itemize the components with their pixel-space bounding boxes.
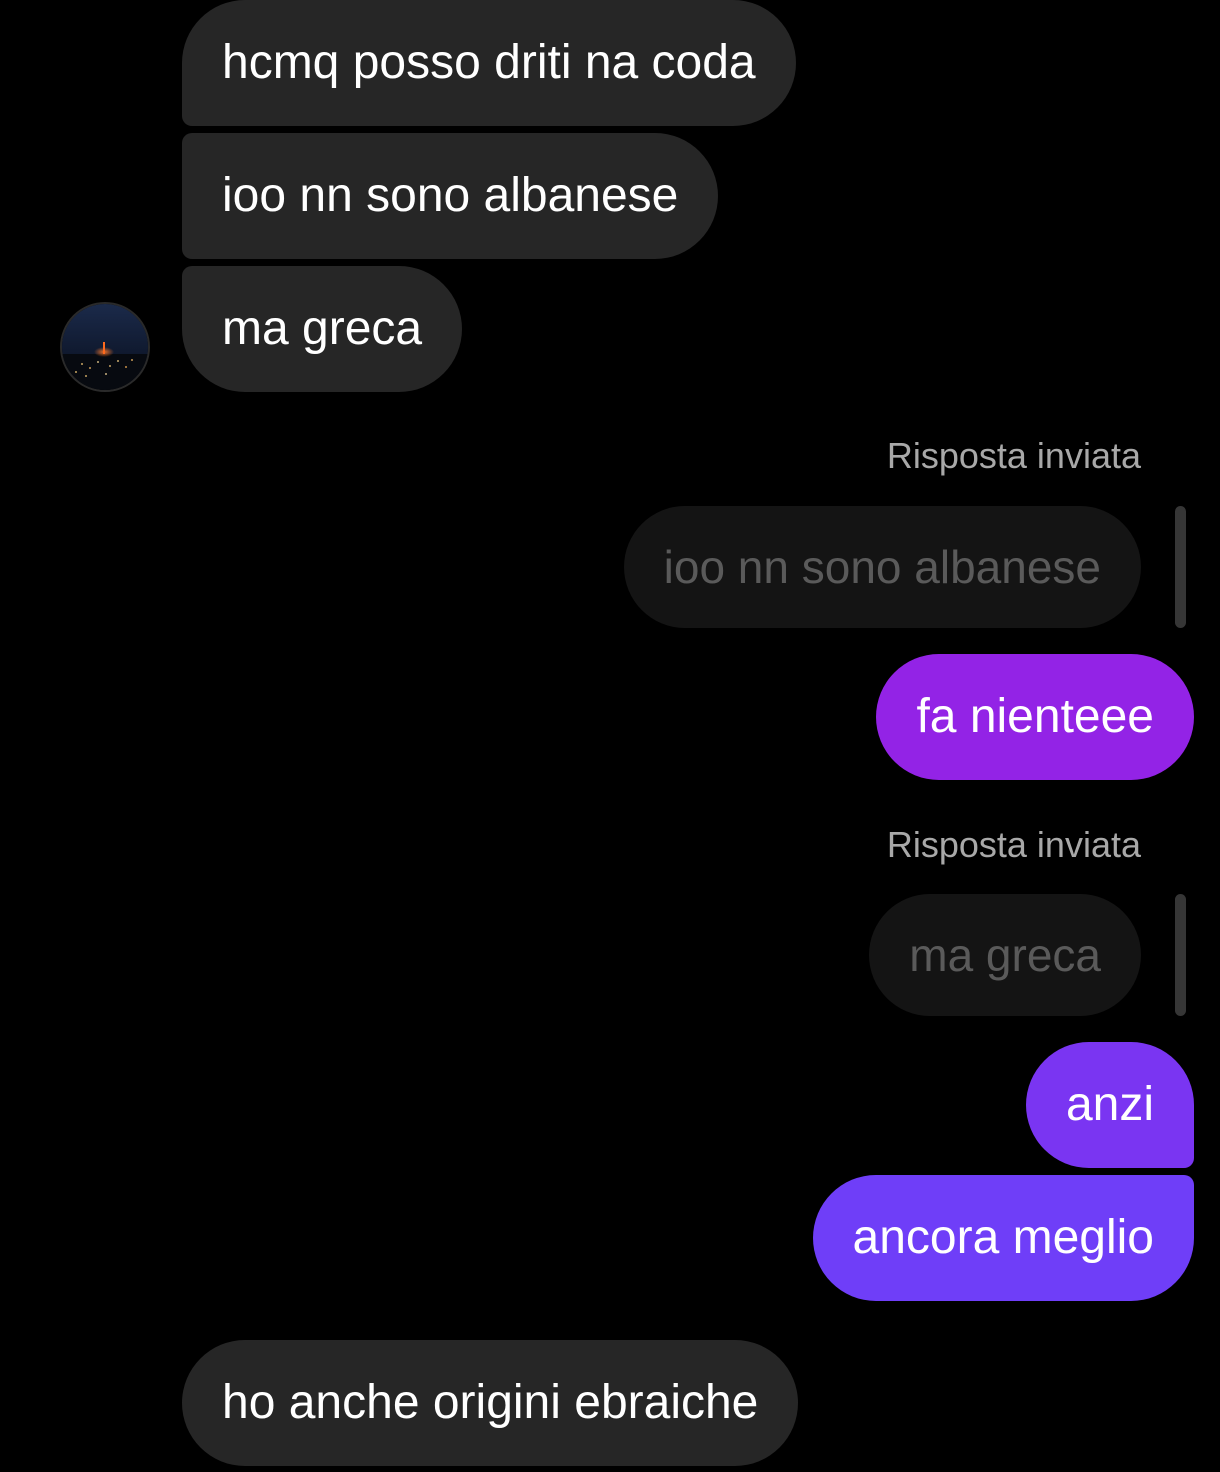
message-text: ho anche origini ebraiche: [222, 1376, 759, 1429]
quoted-message-preview[interactable]: ma greca: [869, 894, 1141, 1016]
night-city-avatar-icon: [62, 304, 148, 390]
message-text: ma greca: [222, 302, 423, 355]
quoted-message-text: ioo nn sono albanese: [663, 541, 1101, 593]
sent-message[interactable]: fa nienteee: [876, 654, 1194, 780]
quoted-message-text: ma greca: [909, 929, 1101, 981]
contact-avatar[interactable]: [60, 302, 150, 392]
reply-indicator-bar: [1175, 894, 1186, 1016]
reply-sent-label: Risposta inviata: [886, 824, 1141, 865]
incoming-message[interactable]: ho anche origini ebraiche: [182, 1340, 799, 1466]
incoming-message[interactable]: ma greca: [182, 266, 463, 392]
reply-indicator-bar: [1175, 506, 1186, 628]
reply-sent-label: Risposta inviata: [886, 435, 1141, 476]
message-text: hcmq posso driti na coda: [222, 36, 756, 89]
incoming-message[interactable]: ioo nn sono albanese: [182, 133, 719, 259]
sent-message[interactable]: anzi: [1025, 1042, 1194, 1168]
message-text: ancora meglio: [852, 1211, 1155, 1264]
sent-message[interactable]: ancora meglio: [812, 1175, 1194, 1301]
quoted-message-preview[interactable]: ioo nn sono albanese: [623, 506, 1141, 628]
incoming-message[interactable]: hcmq posso driti na coda: [182, 0, 796, 126]
message-text: fa nienteee: [916, 690, 1154, 743]
message-text: ioo nn sono albanese: [222, 169, 679, 222]
message-text: anzi: [1065, 1078, 1154, 1131]
